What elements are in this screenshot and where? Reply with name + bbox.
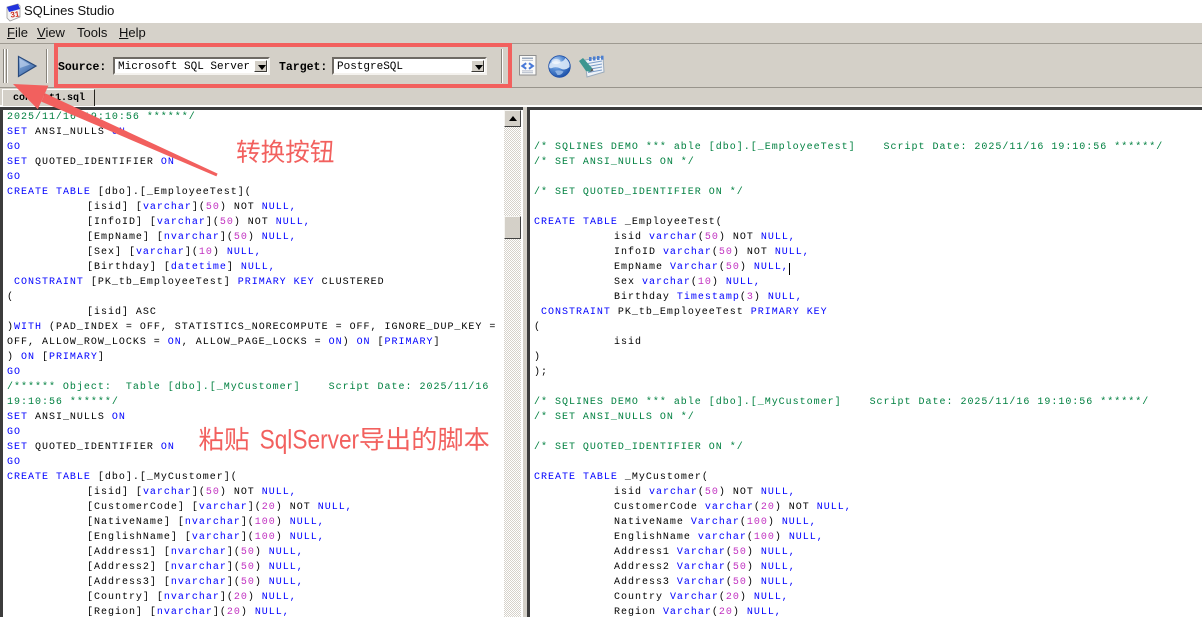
svg-text:31: 31 bbox=[10, 9, 21, 19]
